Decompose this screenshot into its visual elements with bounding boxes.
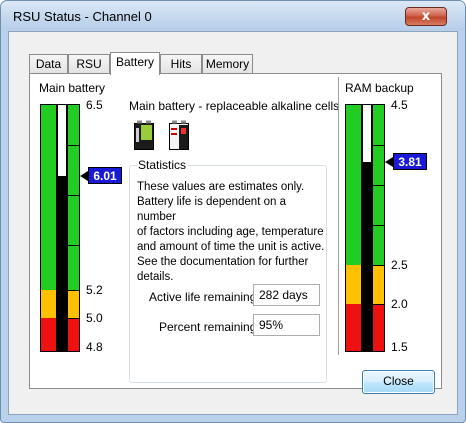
ram-backup-tick — [373, 225, 384, 226]
statistics-note-line: Battery life is dependent on a number — [137, 196, 286, 223]
battery-tab-panel: Main battery 6.5 5.2 5.0 4.8 6.01 Main b… — [29, 73, 442, 389]
ram-backup-scale-yellow: 2.5 — [391, 258, 408, 272]
active-life-field[interactable]: 282 days — [253, 284, 320, 306]
rsu-status-window: RSU Status - Channel 0 x Data RSU Batter… — [0, 0, 466, 423]
tab-data[interactable]: Data — [29, 54, 68, 74]
ram-backup-tick — [373, 185, 384, 186]
main-battery-scale-min: 4.8 — [86, 340, 103, 354]
main-battery-gauge-frame — [40, 104, 80, 352]
main-battery-tick — [68, 318, 79, 319]
statistics-groupbox: Statistics These values are estimates on… — [129, 158, 327, 383]
statistics-note-line: and amount of time the unit is active. — [137, 241, 325, 253]
active-life-label: Active life remaining: — [149, 290, 260, 304]
main-battery-tick — [68, 245, 79, 246]
main-battery-scale-yellow: 5.2 — [86, 283, 103, 297]
vertical-separator — [338, 77, 340, 355]
battery-9v-alt-icon — [169, 120, 189, 150]
ram-backup-value: 3.81 — [393, 153, 427, 170]
statistics-note-line: details. — [137, 271, 174, 283]
main-battery-label: Main battery — [39, 81, 106, 95]
main-battery-value: 6.01 — [88, 167, 122, 184]
ram-backup-label: RAM backup — [345, 81, 414, 95]
ram-backup-scale-red: 2.0 — [391, 297, 408, 311]
main-battery-tick — [68, 290, 79, 291]
statistics-note-line: of factors including age, temperature — [137, 226, 324, 238]
window-close-icon[interactable]: x — [405, 7, 447, 26]
title-bar[interactable]: RSU Status - Channel 0 x — [1, 1, 465, 31]
close-button[interactable]: Close — [362, 370, 435, 394]
ram-backup-pointer-icon — [385, 157, 393, 167]
window-title: RSU Status - Channel 0 — [13, 9, 152, 24]
ram-backup-scale-max: 4.5 — [391, 98, 408, 112]
ram-backup-tick — [373, 265, 384, 266]
ram-backup-tick — [373, 304, 384, 305]
ram-backup-empty-area — [363, 105, 371, 162]
main-battery-pointer-icon — [80, 171, 88, 181]
main-battery-empty-area — [58, 105, 66, 176]
tab-hits[interactable]: Hits — [160, 54, 202, 74]
battery-description: Main battery - replaceable alkaline cell… — [129, 99, 340, 113]
main-battery-scale-red: 5.0 — [86, 311, 103, 325]
main-battery-scale-max: 6.5 — [86, 98, 103, 112]
main-battery-tick — [68, 145, 79, 146]
statistics-note: These values are estimates only. Battery… — [137, 180, 326, 285]
tab-memory[interactable]: Memory — [202, 54, 253, 74]
percent-remaining-field[interactable]: 95% — [253, 314, 320, 336]
statistics-note-line: These values are estimates only. — [137, 181, 305, 193]
statistics-title: Statistics — [136, 158, 189, 172]
ram-backup-scale-min: 1.5 — [391, 340, 408, 354]
ram-backup-gauge-frame — [345, 104, 385, 352]
percent-remaining-label: Percent remaining: — [159, 320, 260, 334]
statistics-note-line: See the documentation for further — [137, 256, 309, 268]
ram-backup-tick — [373, 145, 384, 146]
main-battery-tick — [68, 195, 79, 196]
battery-9v-icon — [134, 120, 154, 150]
dialog-client-area: Data RSU Battery Hits Memory Main batter… — [8, 31, 458, 415]
tab-rsu[interactable]: RSU — [68, 54, 110, 74]
tab-battery[interactable]: Battery — [110, 52, 160, 75]
